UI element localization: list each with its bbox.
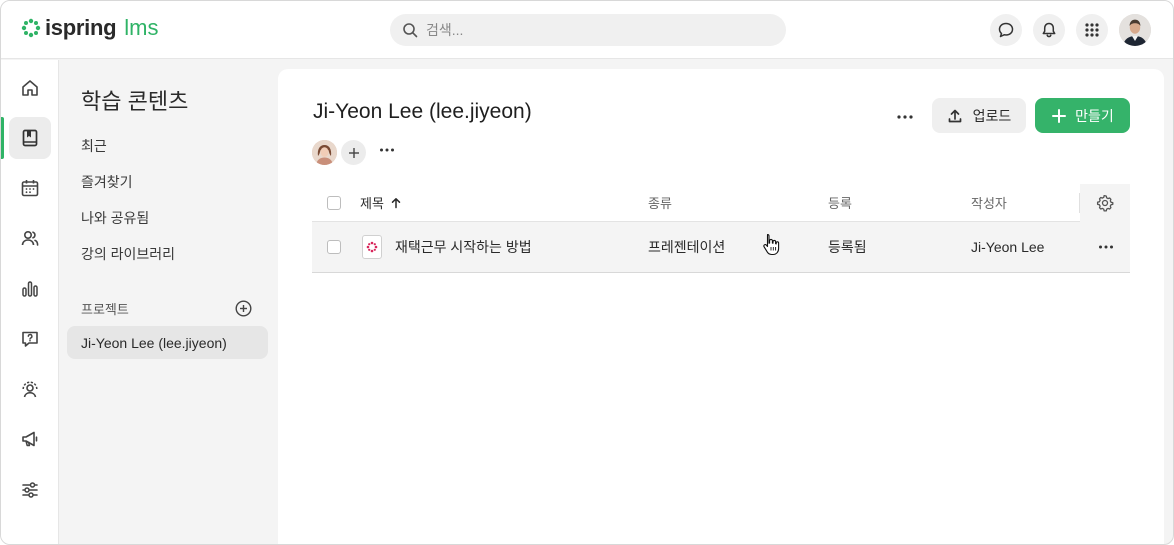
row-checkbox[interactable] [327, 240, 341, 254]
create-label: 만들기 [1075, 107, 1114, 124]
main-panel: Ji-Yeon Lee (lee.jiyeon) 업로드 만들기 제목 종류 등… [278, 69, 1164, 544]
rail-settings[interactable] [9, 469, 51, 511]
sidebar-item-project[interactable]: Ji-Yeon Lee (lee.jiyeon) [67, 326, 268, 359]
brand-suffix: lms [124, 15, 159, 40]
sidebar-item-favorites[interactable]: 즐겨찾기 [81, 172, 133, 192]
add-project-button[interactable] [235, 300, 252, 322]
create-button[interactable]: 만들기 [1035, 98, 1130, 133]
row-title-cell[interactable]: 재택근무 시작하는 방법 [362, 222, 532, 272]
more-options-button[interactable] [895, 107, 915, 132]
users-icon [21, 230, 39, 246]
sidebar-item-course-library[interactable]: 강의 라이브러리 [81, 244, 175, 264]
rail-help[interactable] [9, 318, 51, 360]
content-table: 제목 종류 등록 작성자 재택근무 시작하는 방법 프레젠테이션 등록됨 Ji-… [312, 184, 1130, 273]
content-sidebar: 학습 콘텐츠 최근 즐겨찾기 나와 공유됨 강의 라이브러리 프로젝트 Ji-Y… [60, 60, 277, 544]
upload-label: 업로드 [972, 107, 1012, 124]
rail-users[interactable] [9, 217, 51, 259]
user-avatar[interactable] [1119, 14, 1151, 46]
rail-coaching[interactable] [9, 368, 51, 410]
chat-icon [998, 22, 1014, 38]
column-title[interactable]: 제목 [360, 184, 402, 221]
home-icon [22, 80, 38, 96]
member-avatar[interactable] [312, 140, 337, 165]
presentation-file-icon [362, 235, 382, 259]
nav-rail [1, 60, 59, 544]
megaphone-icon [22, 431, 38, 447]
row-more-button[interactable] [1097, 222, 1115, 272]
book-icon [22, 129, 38, 147]
bell-icon [1042, 22, 1056, 38]
members-more-button[interactable] [378, 141, 396, 164]
rail-home[interactable] [9, 67, 51, 109]
gear-icon [1096, 194, 1114, 212]
rail-active-indicator [1, 117, 4, 159]
row-status: 등록됨 [828, 239, 867, 255]
row-author: Ji-Yeon Lee [971, 239, 1045, 255]
upload-icon [948, 109, 962, 122]
apps-button[interactable] [1076, 14, 1108, 46]
projects-section-label: 프로젝트 [81, 302, 129, 317]
logo[interactable]: ispring lms [21, 15, 158, 41]
sidebar-title: 학습 콘텐츠 [81, 89, 189, 114]
hand-pointer-cursor-icon [763, 233, 780, 256]
more-horizontal-icon [897, 115, 913, 119]
column-author[interactable]: 작성자 [971, 184, 1007, 221]
brand-name: ispring [45, 15, 117, 40]
add-member-button[interactable] [341, 140, 366, 165]
settings-sliders-icon [22, 482, 38, 498]
ispring-logo-icon [21, 18, 41, 38]
sidebar-item-shared-with-me[interactable]: 나와 공유됨 [81, 208, 149, 228]
notifications-button[interactable] [1033, 14, 1065, 46]
rail-announcements[interactable] [9, 418, 51, 460]
row-type: 프레젠테이션 [648, 239, 726, 255]
chart-icon [22, 281, 38, 297]
rail-calendar[interactable] [9, 167, 51, 209]
plus-icon [348, 147, 359, 158]
search-bar[interactable] [390, 14, 786, 46]
upload-button[interactable]: 업로드 [932, 98, 1026, 133]
sidebar-item-recent[interactable]: 최근 [81, 136, 107, 156]
user-avatar-image [1119, 14, 1151, 46]
plus-icon [1052, 108, 1067, 123]
help-icon [22, 331, 38, 347]
plus-circle-icon [235, 300, 252, 317]
rail-reports[interactable] [9, 268, 51, 310]
row-checkbox-cell [327, 222, 341, 272]
sort-ascending-icon [391, 197, 401, 208]
apps-grid-icon [1085, 23, 1099, 37]
column-settings-button[interactable] [1080, 184, 1130, 222]
member-avatar-image [312, 140, 337, 165]
top-bar: ispring lms [1, 1, 1173, 59]
select-all-checkbox-cell [327, 184, 341, 221]
row-title: 재택근무 시작하는 방법 [395, 239, 532, 255]
members-row [312, 140, 396, 165]
search-input[interactable] [426, 22, 766, 38]
presentation-badge-icon [366, 241, 378, 253]
column-title-label: 제목 [360, 196, 384, 211]
column-status[interactable]: 등록 [828, 184, 852, 221]
coach-icon [22, 381, 38, 398]
column-type[interactable]: 종류 [648, 184, 672, 221]
select-all-checkbox[interactable] [327, 195, 341, 210]
page-title: Ji-Yeon Lee (lee.jiyeon) [313, 100, 532, 123]
search-icon [403, 23, 418, 38]
table-header: 제목 종류 등록 작성자 [312, 184, 1130, 222]
chat-button[interactable] [990, 14, 1022, 46]
more-horizontal-icon [380, 148, 394, 152]
app-window: ispring lms 검색... 학습 콘텐츠 최근 즐겨찾기 나와 공유됨 … [0, 0, 1174, 545]
table-row[interactable]: 재택근무 시작하는 방법 프레젠테이션 등록됨 Ji-Yeon Lee [312, 222, 1130, 273]
calendar-icon [21, 180, 39, 197]
more-horizontal-icon [1099, 245, 1113, 249]
rail-learning-content[interactable] [9, 117, 51, 159]
